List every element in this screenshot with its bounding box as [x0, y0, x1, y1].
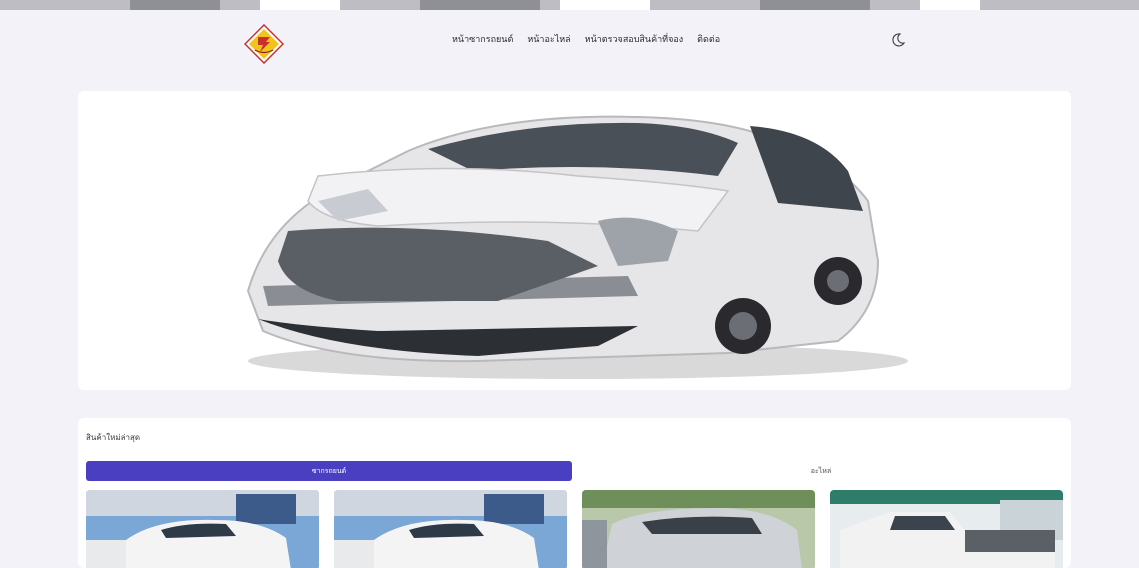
strip-block: [920, 0, 980, 10]
product-card[interactable]: [830, 490, 1063, 568]
product-image: [334, 490, 567, 568]
strip-block: [560, 0, 650, 10]
section-title: สินค้าใหม่ล่าสุด: [86, 433, 141, 442]
tab-car-wrecks[interactable]: ซากรถยนต์: [86, 461, 572, 481]
product-image: [830, 490, 1063, 568]
strip-block: [260, 0, 340, 10]
moon-icon[interactable]: [890, 32, 906, 48]
main-nav: หน้าซากรถยนต์ หน้าอะไหล่ หน้าตรวจสอบสินค…: [452, 32, 720, 46]
product-card[interactable]: [86, 490, 319, 568]
product-card[interactable]: [334, 490, 567, 568]
wrecked-car-image: [78, 91, 1071, 390]
strip-block: [130, 0, 220, 10]
site-header: หน้าซากรถยนต์ หน้าอะไหล่ หน้าตรวจสอบสินค…: [0, 10, 1139, 72]
latest-products-section: สินค้าใหม่ล่าสุด ซากรถยนต์ อะไหล่: [78, 418, 1071, 568]
strip-block: [760, 0, 870, 10]
tab-spare-parts[interactable]: อะไหล่: [578, 461, 1064, 481]
hero-banner: [78, 91, 1071, 390]
product-image: [86, 490, 319, 568]
product-image: [582, 490, 815, 568]
brand-logo-icon[interactable]: [243, 23, 285, 65]
strip-block: [420, 0, 540, 10]
nav-item-check-reservations[interactable]: หน้าตรวจสอบสินค้าที่จอง: [585, 32, 683, 46]
nav-item-car-wrecks[interactable]: หน้าซากรถยนต์: [452, 32, 513, 46]
product-card[interactable]: [582, 490, 815, 568]
nav-item-contact[interactable]: ติดต่อ: [697, 32, 720, 46]
nav-item-spare-parts[interactable]: หน้าอะไหล่: [527, 32, 570, 46]
browser-top-strip: [0, 0, 1139, 10]
